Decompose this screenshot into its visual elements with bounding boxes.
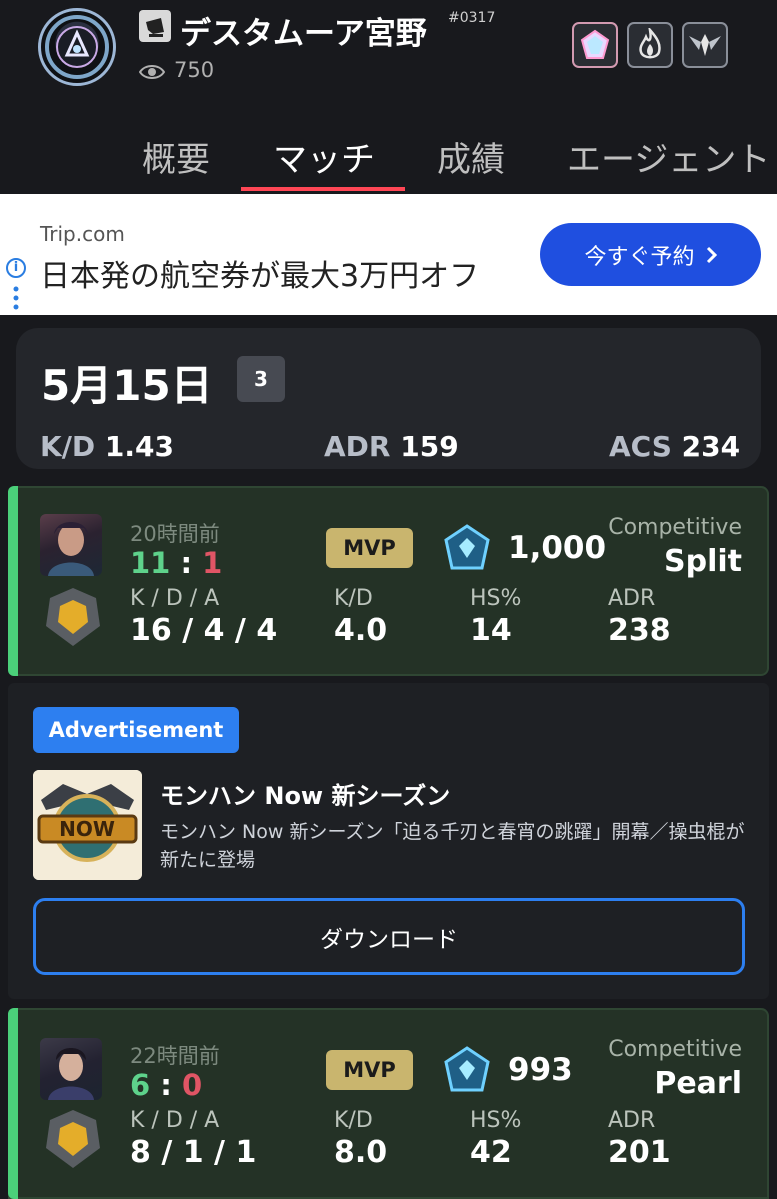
- kd-value: 4.0: [334, 613, 388, 648]
- adr-value: 201: [608, 1135, 671, 1170]
- match-count-badge: 3: [237, 356, 285, 402]
- tab-agents[interactable]: エージェント: [567, 132, 770, 181]
- match-score: 11 : 1: [130, 546, 223, 580]
- hs-label: HS%: [470, 1108, 522, 1133]
- day-kd-label: K/D: [40, 430, 96, 463]
- tab-matches[interactable]: マッチ: [273, 132, 375, 181]
- chevron-right-icon: [706, 246, 717, 263]
- kda-label: K / D / A: [130, 1108, 220, 1133]
- avatar-emblem-icon: [45, 15, 109, 79]
- win-indicator: [8, 1008, 18, 1199]
- match-time-ago: 22時間前: [130, 1044, 220, 1068]
- kd-value: 8.0: [334, 1135, 388, 1170]
- match-mode: Competitive: [608, 1037, 742, 1062]
- crystal-badge-icon[interactable]: [572, 22, 618, 68]
- agent-portrait: [40, 514, 102, 576]
- account-level-icon: [444, 524, 490, 570]
- match-map: Pearl: [654, 1066, 742, 1101]
- banner-ad-cta-button[interactable]: 今すぐ予約: [540, 223, 761, 286]
- player-name: デスタムーア宮野: [180, 16, 427, 52]
- view-count: 750: [174, 58, 215, 82]
- match-score: 6 : 0: [130, 1068, 203, 1102]
- match-mode: Competitive: [608, 515, 742, 540]
- day-acs: ACS 234: [609, 430, 740, 463]
- download-button[interactable]: ダウンロード: [33, 898, 745, 975]
- tab-bar: 概要 マッチ 成績 エージェント: [0, 124, 777, 194]
- adr-value: 238: [608, 613, 671, 648]
- account-level-icon: [444, 1046, 490, 1092]
- wing-badge-icon[interactable]: [682, 22, 728, 68]
- kda-label: K / D / A: [130, 586, 220, 611]
- mvp-badge: MVP: [326, 1050, 413, 1090]
- hs-label: HS%: [470, 586, 522, 611]
- banner-ad-source: Trip.com: [40, 222, 125, 246]
- hs-value: 42: [470, 1135, 512, 1170]
- native-ad-description: モンハン Now 新シーズン「迫る千刃と春宵の跳躍」開幕／操虫棍が新たに登場: [160, 821, 745, 871]
- match-map: Split: [664, 544, 742, 579]
- day-adr: ADR 159: [324, 430, 459, 463]
- gold-rank-icon: [46, 588, 100, 646]
- native-ad-title[interactable]: モンハン Now 新シーズン: [160, 776, 450, 811]
- gold-rank-icon: [46, 1110, 100, 1168]
- account-level: 993: [508, 1052, 573, 1088]
- score-win: 11: [130, 546, 171, 580]
- tab-stats[interactable]: 成績: [437, 132, 505, 181]
- kd-label: K/D: [334, 1108, 373, 1133]
- tab-overview[interactable]: 概要: [142, 132, 210, 181]
- monhan-logo-icon: NOW: [33, 770, 142, 880]
- day-acs-label: ACS: [609, 430, 672, 463]
- info-icon[interactable]: i: [6, 258, 26, 278]
- ad-thumb-text: NOW: [59, 817, 115, 841]
- more-vertical-icon[interactable]: [13, 286, 19, 310]
- player-avatar[interactable]: [38, 8, 116, 86]
- hs-value: 14: [470, 613, 512, 648]
- eye-icon: [139, 65, 165, 79]
- day-adr-value: 159: [400, 430, 459, 463]
- mvp-badge: MVP: [326, 528, 413, 568]
- agent-portrait: [40, 1038, 102, 1100]
- ad-thumbnail[interactable]: NOW: [33, 770, 142, 880]
- adr-label: ADR: [608, 1108, 656, 1133]
- score-loss: 0: [181, 1068, 203, 1102]
- banner-ad-headline[interactable]: 日本発の航空券が最大3万円オフ: [40, 251, 479, 295]
- day-adr-label: ADR: [324, 430, 391, 463]
- match-time-ago: 20時間前: [130, 522, 220, 546]
- player-tag: #0317: [448, 10, 496, 26]
- score-loss: 1: [202, 546, 223, 580]
- day-kd-value: 1.43: [104, 430, 175, 463]
- win-indicator: [8, 486, 18, 676]
- score-win: 6: [130, 1068, 151, 1102]
- account-level: 1,000: [508, 530, 607, 566]
- day-kd: K/D 1.43: [40, 430, 174, 463]
- advertisement-label: Advertisement: [33, 707, 239, 753]
- day-date: 5月15日: [41, 361, 213, 410]
- adr-label: ADR: [608, 586, 656, 611]
- kd-label: K/D: [334, 586, 373, 611]
- flame-badge-icon[interactable]: [627, 22, 673, 68]
- banner-ad-cta-label: 今すぐ予約: [584, 244, 695, 270]
- kda-value: 8 / 1 / 1: [130, 1135, 257, 1170]
- active-tab-indicator: [241, 187, 405, 191]
- kda-value: 16 / 4 / 4: [130, 613, 278, 648]
- day-acs-value: 234: [681, 430, 741, 463]
- riot-icon: [139, 10, 171, 42]
